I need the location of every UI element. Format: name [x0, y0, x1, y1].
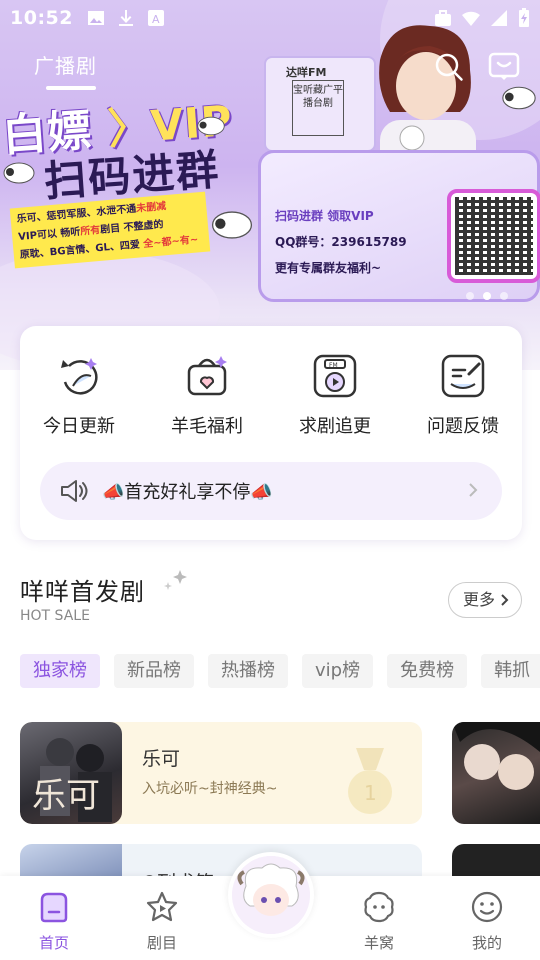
pager-dot — [466, 292, 474, 300]
sheep-icon — [197, 116, 225, 136]
banner-card-line3: 更有专属群友福利~ — [275, 261, 382, 275]
quick-link-welfare[interactable]: 羊毛福利 — [152, 352, 262, 438]
qr-code — [447, 189, 540, 283]
sheep-icon — [364, 891, 394, 923]
wifi-icon — [462, 11, 480, 26]
drama-desc: 入坑必听~封神经典~ — [142, 781, 278, 797]
tab-exclusive[interactable]: 独家榜 — [20, 654, 100, 688]
pager-dot — [500, 292, 508, 300]
banner-note: 乐可、惩罚军服、水泄不通未删减 VIP可以 畅听所有剧目 不整虚的 原耽、BG言… — [9, 191, 211, 269]
status-bar: 10:52 A — [0, 0, 540, 36]
drama-title: 乐可 — [142, 748, 181, 770]
section-subtitle: HOT SALE — [20, 608, 90, 624]
speaker-icon — [61, 480, 88, 502]
banner-card-line2: QQ群号：239615789 — [275, 235, 407, 249]
status-time: 10:52 — [10, 7, 73, 29]
radio-fm-icon: FM — [313, 354, 357, 398]
ranking-tabs: 独家榜 新品榜 热播榜 vip榜 免费榜 韩抓 — [20, 654, 540, 688]
nav-home[interactable]: 首页 — [19, 890, 89, 953]
download-icon — [118, 10, 133, 26]
notice-text: 📣首充好礼享不停📣 — [102, 482, 273, 503]
drama-cover: 乐可 — [20, 722, 122, 824]
image-icon — [87, 11, 104, 25]
quick-links-card: 今日更新 羊毛福利 FM 求剧追更 问题反馈 📣首充好礼享不停📣 — [20, 326, 522, 540]
sheep-icon — [211, 211, 253, 239]
banner-card-line1: 扫码进群 领取VIP — [275, 209, 374, 223]
feedback-icon — [441, 354, 485, 398]
hero-banner[interactable]: 10:52 A 广播剧 白嫖 〉VIP 扫码进群 乐可、惩罚军服、水泄不通未删减… — [0, 0, 540, 370]
quick-link-feedback[interactable]: 问题反馈 — [408, 352, 518, 438]
quick-link-today-update[interactable]: 今日更新 — [24, 352, 134, 438]
tab-new[interactable]: 新品榜 — [114, 654, 194, 688]
medal-icon: 1 — [348, 748, 392, 814]
nav-mine[interactable]: 我的 — [452, 890, 522, 953]
svg-text:1: 1 — [364, 781, 377, 805]
message-icon[interactable] — [488, 52, 520, 82]
mascot-avatar — [232, 856, 310, 934]
battery-icon — [519, 8, 529, 27]
nav-drama-list[interactable]: 剧目 — [127, 890, 197, 953]
top-nav: 广播剧 — [0, 40, 540, 90]
quick-link-request-drama[interactable]: FM 求剧追更 — [280, 352, 390, 438]
drama-card[interactable]: 乐可 乐可 入坑必听~封神经典~ 1 — [20, 722, 422, 824]
home-icon — [40, 892, 68, 923]
banner-qr-card: 扫码进群 领取VIP QQ群号：239615789 更有专属群友福利~ — [258, 150, 540, 302]
star-icon — [146, 891, 178, 922]
signal-icon — [491, 10, 507, 26]
search-icon[interactable] — [434, 52, 464, 82]
tab-underline — [46, 86, 96, 90]
tab-free[interactable]: 免费榜 — [387, 654, 468, 688]
nav-sheep-nest[interactable]: 羊窝 — [344, 890, 414, 953]
more-button[interactable]: 更多 — [448, 582, 522, 618]
briefcase-icon — [435, 10, 451, 26]
promo-notice-bar[interactable]: 📣首充好礼享不停📣 — [40, 462, 502, 520]
tab-korean[interactable]: 韩抓 — [481, 654, 540, 688]
section-title: 咩咩首发剧 — [20, 578, 145, 606]
tab-vip[interactable]: vip榜 — [302, 654, 374, 688]
banner-pager-dots — [466, 292, 508, 300]
tab-radio-drama[interactable]: 广播剧 — [34, 50, 97, 79]
svg-text:FM: FM — [329, 362, 338, 369]
svg-text:A: A — [152, 13, 160, 26]
chevron-right-icon — [469, 483, 478, 497]
smile-icon — [471, 891, 503, 923]
sparkle-icon — [164, 570, 187, 590]
drama-cover-side[interactable] — [452, 722, 540, 824]
sheep-icon — [3, 162, 35, 184]
gift-box-icon — [187, 356, 227, 396]
tab-hot[interactable]: 热播榜 — [208, 654, 288, 688]
pager-dot-active — [483, 292, 491, 300]
banner-promo-text: 白嫖 〉VIP 扫码进群 乐可、惩罚军服、水泄不通未删减 VIP可以 畅听所有剧… — [0, 80, 260, 280]
chevron-right-icon — [501, 594, 509, 606]
text-icon: A — [147, 10, 164, 26]
update-icon — [61, 358, 98, 395]
drama-cover-title: 乐可 — [32, 776, 100, 816]
center-mascot-button[interactable] — [228, 852, 314, 938]
